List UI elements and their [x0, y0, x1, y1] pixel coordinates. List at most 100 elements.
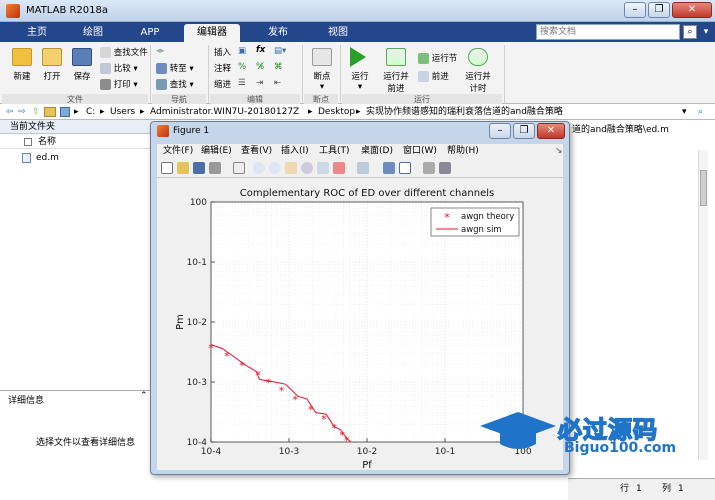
browse-folder-icon[interactable]: [44, 107, 56, 117]
breadcrumb-project[interactable]: 实现协作频谱感知的瑞利衰落信道的and融合策略: [366, 104, 563, 120]
comment-percent-icon[interactable]: %: [238, 62, 246, 72]
data-point-awgn-theory: *: [208, 342, 214, 355]
save-figure-icon[interactable]: [193, 162, 205, 174]
nav-arrows-icon[interactable]: ◂▸: [156, 46, 165, 56]
link-plot-icon[interactable]: [357, 162, 369, 174]
indent-increase-icon[interactable]: ⇥: [256, 78, 263, 88]
details-panel: 详细信息 ⌃ 选择文件以查看详细信息: [0, 390, 152, 500]
back-icon[interactable]: ⇦: [6, 104, 14, 120]
breadcrumb-users[interactable]: Users: [110, 104, 135, 120]
data-point-awgn-theory: *: [308, 403, 314, 416]
tab-view[interactable]: 视图: [316, 24, 360, 42]
hide-tools-icon[interactable]: [423, 162, 435, 174]
new-button[interactable]: 新建: [8, 70, 36, 82]
watermark-url: Biguo100.com: [564, 440, 677, 456]
breadcrumb-administrator[interactable]: Administrator.WIN7U-20180127Z: [150, 104, 299, 120]
fx-button[interactable]: fx: [256, 45, 265, 55]
row-value: 1: [636, 484, 642, 494]
data-point-awgn-theory: *: [321, 413, 327, 426]
colorbar-icon[interactable]: [383, 162, 395, 174]
insert-icon[interactable]: ▣: [238, 46, 246, 56]
expand-icon[interactable]: ▾: [699, 25, 713, 39]
new-icon[interactable]: [12, 48, 32, 66]
save-icon[interactable]: [72, 48, 92, 66]
legend-icon[interactable]: [399, 162, 411, 174]
brush-icon[interactable]: [333, 162, 345, 174]
menu-edit[interactable]: 编辑(E): [201, 144, 232, 158]
data-point-awgn-theory: *: [279, 385, 285, 398]
function-icon[interactable]: ▤▾: [274, 46, 286, 56]
indent-button[interactable]: 缩进: [214, 78, 231, 90]
maximize-button[interactable]: ❐: [648, 2, 670, 18]
run-time-icon[interactable]: [468, 48, 488, 66]
select-all-icon[interactable]: [24, 138, 32, 146]
advance-button[interactable]: 前进: [418, 70, 449, 82]
run-section-button[interactable]: 运行节: [418, 52, 457, 64]
details-collapse-icon[interactable]: ⌃: [140, 391, 148, 401]
wrap-comment-icon[interactable]: ⌘: [274, 62, 283, 72]
show-tools-icon[interactable]: [439, 162, 451, 174]
menu-help[interactable]: 帮助(H): [447, 144, 479, 158]
menu-insert[interactable]: 插入(I): [281, 144, 309, 158]
run-icon[interactable]: [350, 47, 366, 67]
scrollbar-thumb[interactable]: [700, 170, 707, 206]
compare-button[interactable]: 比较 ▾: [100, 62, 138, 74]
print-figure-icon[interactable]: [209, 162, 221, 174]
tab-editor[interactable]: 编辑器: [184, 24, 240, 42]
name-column-header[interactable]: 名称: [38, 135, 56, 149]
tab-apps[interactable]: APP: [128, 24, 172, 42]
pan-icon[interactable]: [285, 162, 297, 174]
advance-icon: [418, 71, 429, 82]
find-files-button[interactable]: 查找文件: [100, 46, 148, 58]
goto-button[interactable]: 转至 ▾: [156, 62, 194, 74]
figure-close-button[interactable]: ✕: [537, 123, 565, 139]
menu-tools[interactable]: 工具(T): [319, 144, 350, 158]
figure-minimize-button[interactable]: –: [489, 123, 511, 139]
find-button[interactable]: 查找 ▾: [156, 78, 194, 90]
print-button[interactable]: 打印 ▾: [100, 78, 138, 90]
up-folder-icon[interactable]: ⇧: [32, 104, 40, 120]
rotate-icon[interactable]: [301, 162, 313, 174]
indent-decrease-icon[interactable]: ⇤: [274, 78, 281, 88]
search-folder-icon[interactable]: ⌕: [698, 104, 703, 120]
search-icon[interactable]: ⌕: [683, 25, 697, 39]
tab-publish[interactable]: 发布: [256, 24, 300, 42]
run-button[interactable]: 运行 ▾: [344, 70, 376, 92]
x-tick-label: 10-2: [357, 447, 377, 457]
run-advance-button[interactable]: 运行并 前进: [378, 70, 414, 94]
tab-plots[interactable]: 绘图: [72, 24, 114, 42]
open-folder-icon[interactable]: [42, 48, 62, 66]
menu-file[interactable]: 文件(F): [163, 144, 193, 158]
breadcrumb-drive[interactable]: C:: [86, 104, 95, 120]
uncomment-icon[interactable]: %̸: [256, 62, 264, 72]
menu-view[interactable]: 查看(V): [241, 144, 272, 158]
zoom-in-icon[interactable]: [253, 162, 265, 174]
menu-dock-icon[interactable]: ↘: [555, 144, 563, 158]
zoom-out-icon[interactable]: [269, 162, 281, 174]
save-button[interactable]: 保存: [68, 70, 96, 82]
breakpoint-icon[interactable]: [312, 48, 332, 66]
insert-button[interactable]: 插入: [214, 46, 231, 58]
breakpoint-button[interactable]: 断点 ▾: [304, 70, 340, 92]
menu-desktop[interactable]: 桌面(D): [361, 144, 393, 158]
new-figure-icon[interactable]: [161, 162, 173, 174]
minimize-button[interactable]: –: [624, 2, 646, 18]
open-button[interactable]: 打开: [38, 70, 66, 82]
tab-home[interactable]: 主页: [16, 24, 58, 42]
list-item[interactable]: ed.m: [0, 151, 152, 165]
data-cursor-icon[interactable]: [317, 162, 329, 174]
comment-button[interactable]: 注释: [214, 62, 231, 74]
path-dropdown-icon[interactable]: ▾: [682, 104, 687, 120]
run-time-button[interactable]: 运行并 计时: [458, 70, 498, 94]
run-advance-icon[interactable]: [386, 48, 406, 66]
open-file-icon[interactable]: [177, 162, 189, 174]
figure-maximize-button[interactable]: ❐: [513, 123, 535, 139]
breadcrumb-desktop[interactable]: Desktop: [318, 104, 355, 120]
smart-indent-icon[interactable]: ☰: [238, 78, 246, 88]
close-button[interactable]: ✕: [672, 2, 712, 18]
menu-window[interactable]: 窗口(W): [403, 144, 437, 158]
pointer-icon[interactable]: [233, 162, 245, 174]
forward-icon[interactable]: ⇨: [18, 104, 26, 120]
divider: [504, 45, 505, 103]
search-input[interactable]: 搜索文档: [536, 24, 680, 40]
